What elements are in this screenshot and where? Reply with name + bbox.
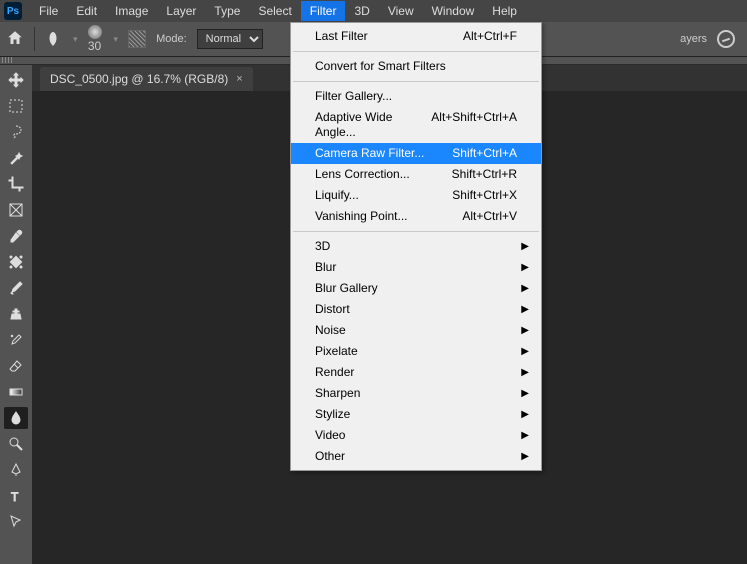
submenu-arrow-icon: ▶ (521, 302, 529, 317)
eraser-tool[interactable] (4, 355, 28, 377)
lasso-tool[interactable] (4, 121, 28, 143)
menu-lens-correction[interactable]: Lens Correction...Shift+Ctrl+R (291, 164, 541, 185)
brush-preview-icon (88, 25, 102, 39)
submenu-arrow-icon: ▶ (521, 323, 529, 338)
menu-3d[interactable]: 3D (345, 1, 378, 21)
marquee-tool[interactable] (4, 95, 28, 117)
menu-last-filter[interactable]: Last Filter Alt+Ctrl+F (291, 26, 541, 47)
history-brush-tool[interactable] (4, 329, 28, 351)
menu-render[interactable]: Render▶ (291, 362, 541, 383)
share-icon[interactable] (717, 30, 735, 48)
menu-vanishing-point[interactable]: Vanishing Point...Alt+Ctrl+V (291, 206, 541, 227)
brush-tool[interactable] (4, 277, 28, 299)
chevron-down-icon[interactable]: ▾ (114, 34, 119, 45)
path-select-tool[interactable] (4, 511, 28, 533)
menu-edit[interactable]: Edit (67, 1, 106, 21)
submenu-arrow-icon: ▶ (521, 344, 529, 359)
mode-label: Mode: (156, 33, 187, 45)
menu-blur[interactable]: Blur▶ (291, 257, 541, 278)
menu-separator (293, 51, 539, 52)
menu-camera-raw-filter[interactable]: Camera Raw Filter...Shift+Ctrl+A (291, 143, 541, 164)
app-logo: Ps (4, 2, 22, 20)
menu-adaptive-wide-angle[interactable]: Adaptive Wide Angle...Alt+Shift+Ctrl+A (291, 107, 541, 143)
menu-other[interactable]: Other▶ (291, 446, 541, 467)
menu-distort[interactable]: Distort▶ (291, 299, 541, 320)
submenu-arrow-icon: ▶ (521, 260, 529, 275)
menu-image[interactable]: Image (106, 1, 157, 21)
blend-mode-select[interactable]: Normal (197, 29, 263, 49)
crop-tool[interactable] (4, 173, 28, 195)
menu-noise[interactable]: Noise▶ (291, 320, 541, 341)
submenu-arrow-icon: ▶ (521, 449, 529, 464)
menu-select[interactable]: Select (249, 1, 300, 21)
menu-help[interactable]: Help (483, 1, 526, 21)
submenu-arrow-icon: ▶ (521, 428, 529, 443)
svg-text:T: T (11, 490, 19, 504)
spot-heal-tool[interactable] (4, 251, 28, 273)
menu-layer[interactable]: Layer (157, 1, 205, 21)
menu-pixelate[interactable]: Pixelate▶ (291, 341, 541, 362)
gradient-tool[interactable] (4, 381, 28, 403)
logo-text: Ps (7, 6, 19, 17)
menu-filter[interactable]: Filter (301, 1, 346, 21)
close-icon[interactable]: × (236, 73, 242, 85)
menu-convert-smart-filters[interactable]: Convert for Smart Filters (291, 56, 541, 77)
move-tool[interactable] (4, 69, 28, 91)
submenu-arrow-icon: ▶ (521, 239, 529, 254)
filter-menu-dropdown: Last Filter Alt+Ctrl+F Convert for Smart… (290, 22, 542, 471)
menu-liquify[interactable]: Liquify...Shift+Ctrl+X (291, 185, 541, 206)
menu-file[interactable]: File (30, 1, 67, 21)
home-icon[interactable] (6, 29, 24, 50)
menu-blur-gallery[interactable]: Blur Gallery▶ (291, 278, 541, 299)
tab-title: DSC_0500.jpg @ 16.7% (RGB/8) (50, 72, 228, 86)
pen-tool[interactable] (4, 459, 28, 481)
frame-tool[interactable] (4, 199, 28, 221)
chevron-down-icon[interactable]: ▾ (73, 34, 78, 45)
magic-wand-tool[interactable] (4, 147, 28, 169)
menu-separator (293, 231, 539, 232)
menu-video[interactable]: Video▶ (291, 425, 541, 446)
menu-type[interactable]: Type (205, 1, 249, 21)
layers-label[interactable]: ayers (680, 33, 707, 45)
blur-tool[interactable] (4, 407, 28, 429)
menu-view[interactable]: View (379, 1, 423, 21)
dodge-tool[interactable] (4, 433, 28, 455)
menu-stylize[interactable]: Stylize▶ (291, 404, 541, 425)
brush-panel-icon[interactable] (128, 30, 146, 48)
clone-stamp-tool[interactable] (4, 303, 28, 325)
menu-3d[interactable]: 3D▶ (291, 236, 541, 257)
brush-size-selector[interactable]: 30 (88, 25, 102, 53)
type-tool[interactable]: T (4, 485, 28, 507)
menu-separator (293, 81, 539, 82)
submenu-arrow-icon: ▶ (521, 281, 529, 296)
menu-filter-gallery[interactable]: Filter Gallery... (291, 86, 541, 107)
menubar: Ps File Edit Image Layer Type Select Fil… (0, 0, 747, 22)
menu-window[interactable]: Window (423, 1, 484, 21)
submenu-arrow-icon: ▶ (521, 407, 529, 422)
submenu-arrow-icon: ▶ (521, 386, 529, 401)
submenu-arrow-icon: ▶ (521, 365, 529, 380)
tool-preset-icon[interactable] (45, 29, 61, 49)
tools-panel: T (0, 65, 32, 564)
document-tab[interactable]: DSC_0500.jpg @ 16.7% (RGB/8) × (40, 67, 253, 91)
brush-size-value: 30 (88, 39, 101, 53)
menu-sharpen[interactable]: Sharpen▶ (291, 383, 541, 404)
eyedropper-tool[interactable] (4, 225, 28, 247)
